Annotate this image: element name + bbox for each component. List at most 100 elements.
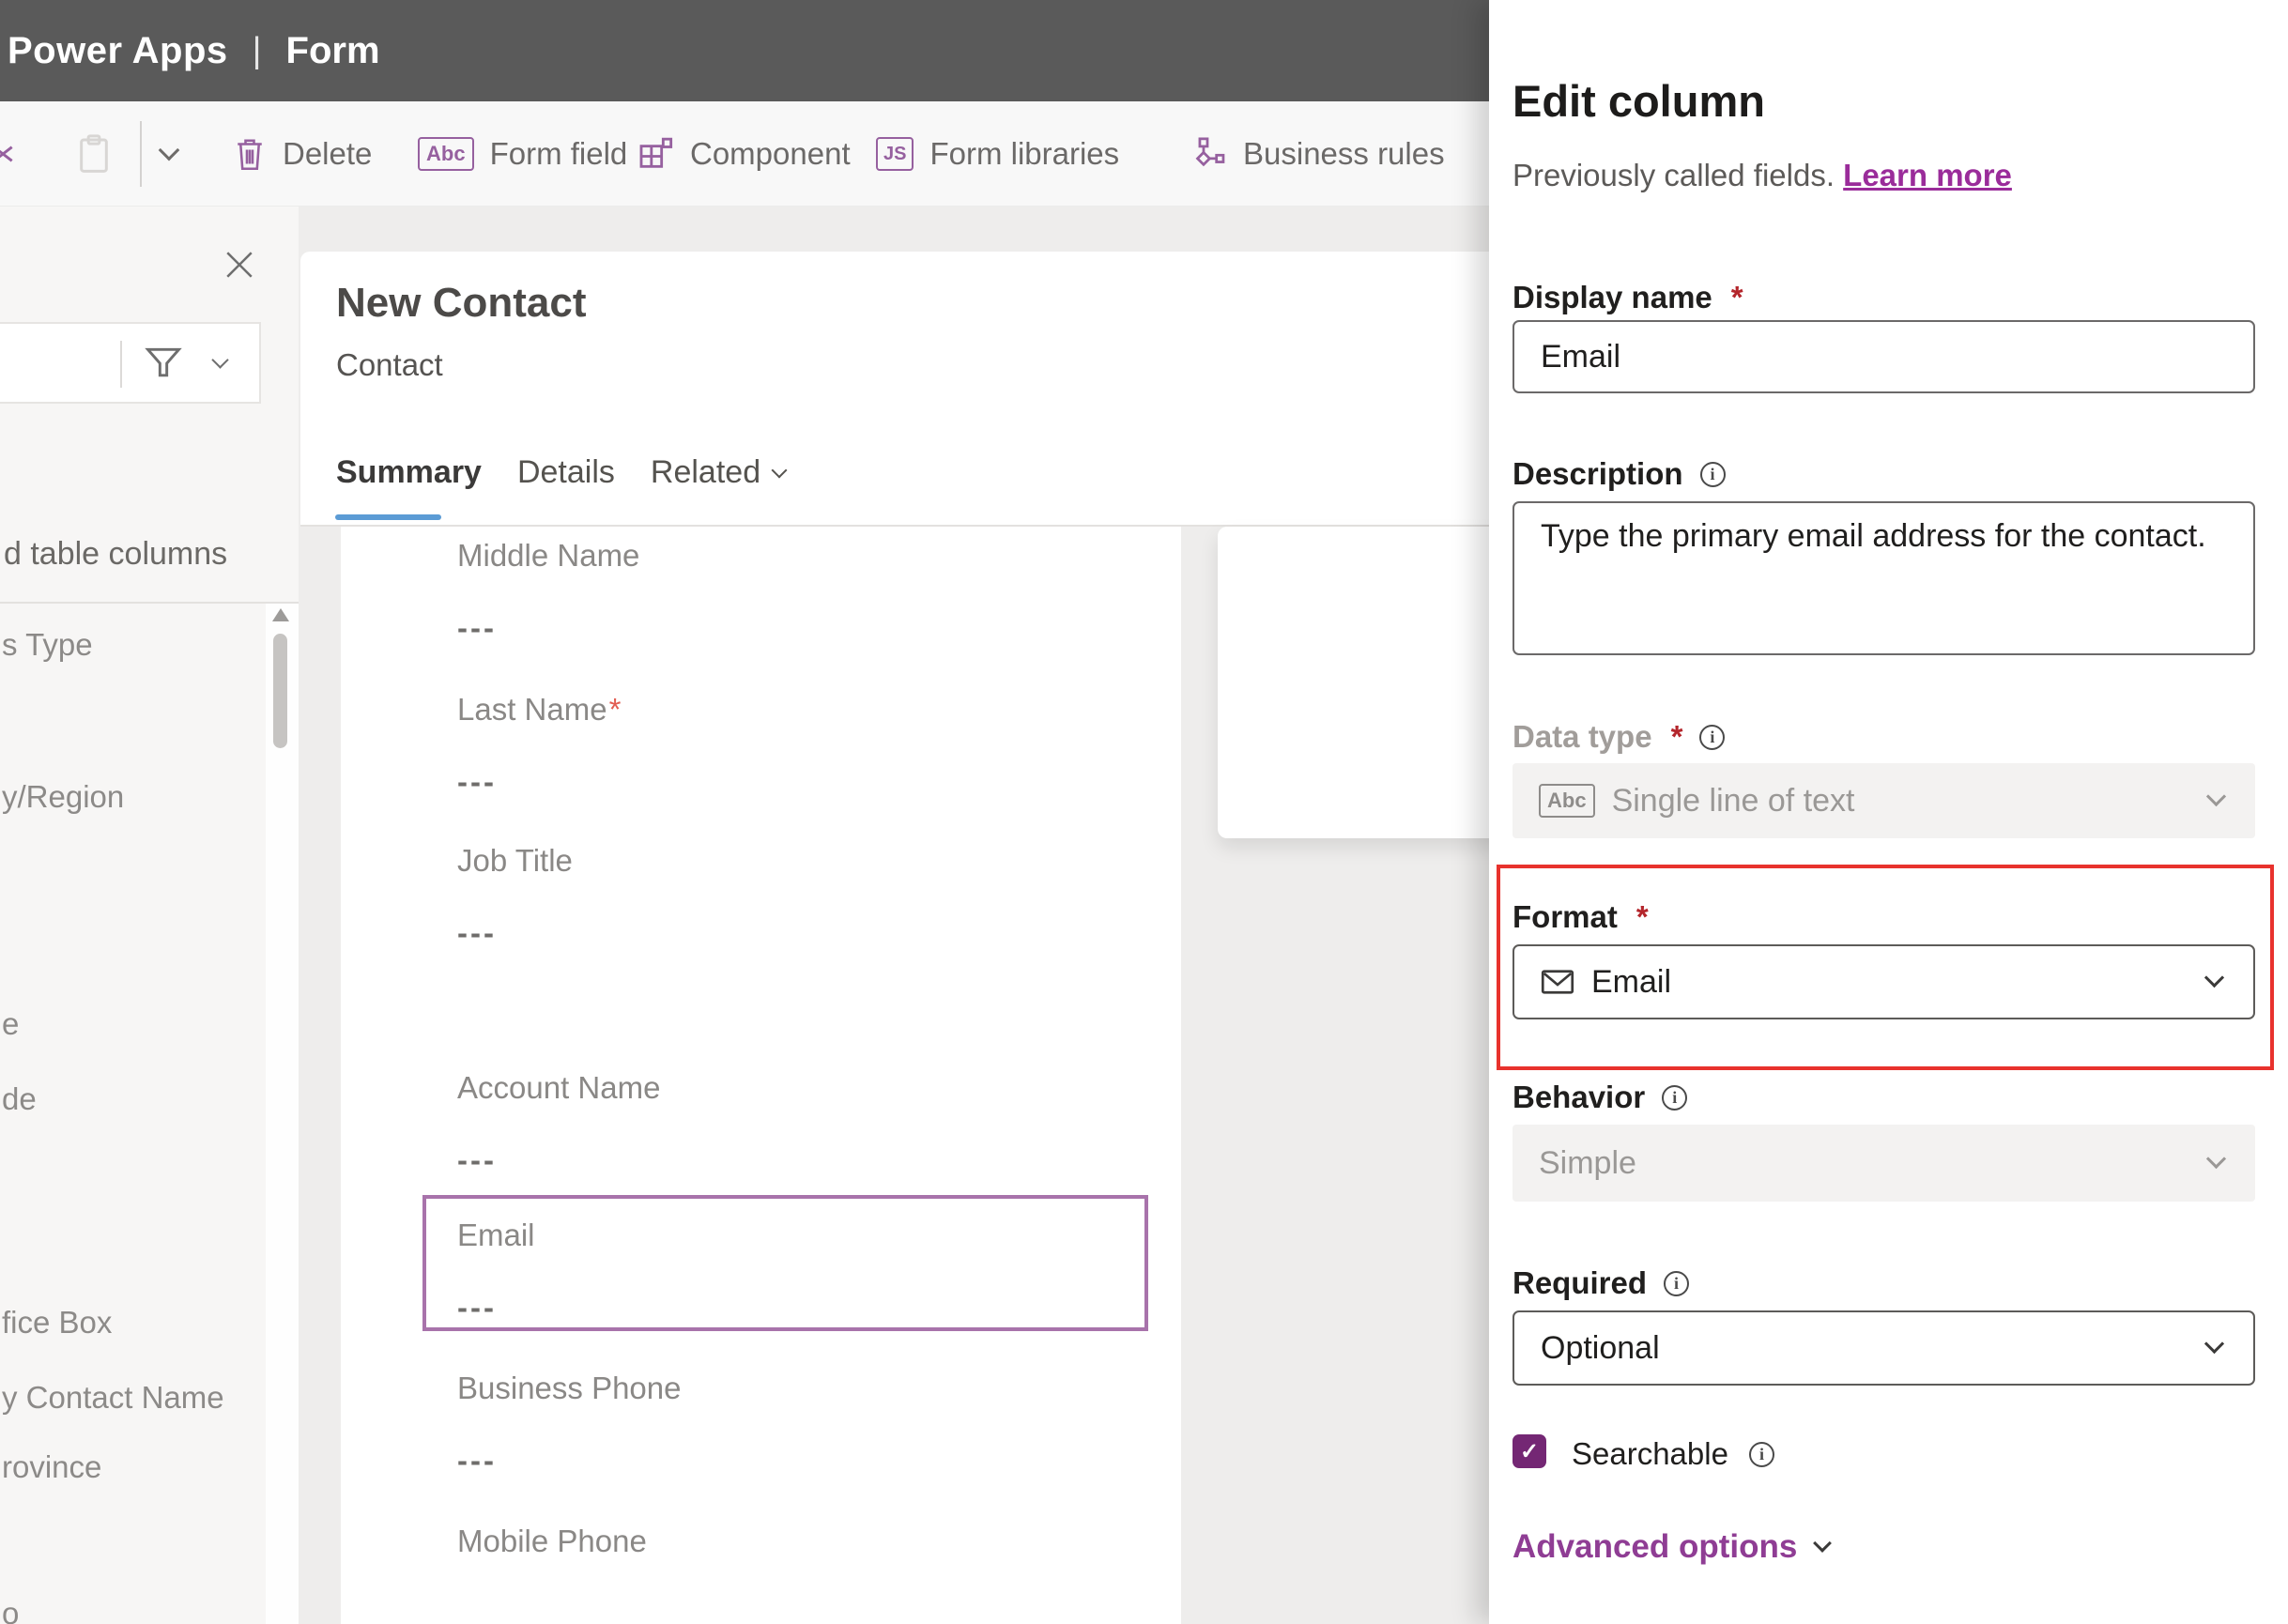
field-value: --- [457,915,497,950]
form-canvas: New Contact Contact Summary Details Rela… [299,207,1743,1624]
active-tab-underline [335,514,441,520]
field-label[interactable]: Last Name* [457,692,621,728]
command-toolbar: Delete Abc Form field Component JS Form … [0,101,1489,207]
behavior-label: Behavior [1513,1080,1688,1115]
page-title: Form [285,29,380,71]
filter-chevron-icon[interactable] [211,351,229,369]
form-field-button[interactable]: Abc Form field [418,101,628,206]
data-type-label: Data type * [1513,719,1726,755]
field-value: --- [457,1142,497,1177]
filter-button[interactable] [143,343,184,384]
sidebar-divider [0,602,299,604]
business-rules-icon [1188,135,1227,173]
searchable-checkbox[interactable]: ✓ [1513,1434,1546,1468]
brand-title: Power Apps [8,29,228,71]
title-separator: | [252,30,262,70]
format-dropdown[interactable]: Email [1513,944,2255,1019]
searchable-row: Searchable [1572,1436,1774,1472]
edit-column-panel: Edit column Previously called fields. Le… [1489,0,2288,1624]
info-icon[interactable] [1664,1270,1690,1296]
sidebar-column-item[interactable]: e [2,1006,19,1042]
sidebar-column-item[interactable]: y/Region [2,779,124,815]
chevron-down-icon [2205,1148,2227,1170]
required-dropdown[interactable]: Optional [1513,1310,2255,1386]
top-bar: Power Apps | Form [0,0,1489,101]
paste-button[interactable] [75,101,113,206]
field-label[interactable]: Email [457,1218,535,1253]
form-field-column: Middle Name --- Last Name* --- Job Title --- A… [341,527,1181,1624]
sidebar-column-item[interactable]: s Type [2,627,93,663]
close-sidebar-button[interactable] [223,249,255,281]
js-icon: JS [876,137,914,171]
field-label[interactable]: Mobile Phone [457,1524,647,1559]
behavior-dropdown: Simple [1513,1125,2255,1202]
close-icon [223,249,255,281]
tab-related[interactable]: Related [651,454,788,491]
business-rules-label: Business rules [1243,136,1445,171]
learn-more-link[interactable]: Learn more [1843,158,2012,192]
clipboard-icon [75,132,113,176]
description-textarea[interactable]: Type the primary email address for the c… [1513,501,2255,655]
required-label: Required [1513,1265,1690,1301]
table-columns-sidebar: d table columns s Type y/Region e de fice Bo… [0,207,299,1624]
panel-title: Edit column [1513,76,1765,126]
abc-field-icon: Abc [418,137,474,171]
chevron-down-icon [2204,967,2225,988]
filter-funnel-icon [143,343,184,384]
chevron-down-icon [1813,1534,1833,1553]
panel-subtitle: Previously called fields. Learn more [1513,158,2012,192]
field-value: --- [457,1290,497,1325]
format-label: Format * [1513,899,1649,934]
app-window: Power Apps | Form Delete Abc Form field … [0,0,2288,1624]
chevron-down-icon [2205,786,2227,807]
sidebar-column-item[interactable]: rovince [2,1449,101,1485]
chevron-down-icon [771,462,788,478]
form-tab-bar: Summary Details Related [336,454,788,491]
info-icon[interactable] [1662,1084,1688,1111]
delete-button[interactable]: Delete [233,101,372,206]
toolbar-divider [140,121,142,187]
field-value: --- [457,610,497,645]
scissors-icon [0,132,19,176]
component-icon [637,135,674,173]
info-icon[interactable] [1748,1441,1774,1467]
form-title: New Contact [336,280,587,326]
field-label[interactable]: Job Title [457,843,573,879]
field-label[interactable]: Account Name [457,1070,660,1106]
sidebar-column-item[interactable]: fice Box [2,1305,112,1341]
checkmark-icon: ✓ [1519,1438,1540,1464]
cut-button[interactable] [0,101,19,206]
chevron-down-icon [2204,1333,2225,1355]
abc-type-icon: Abc [1539,784,1595,818]
info-icon[interactable] [1699,724,1726,750]
field-value: --- [457,764,497,799]
scroll-up-icon[interactable] [272,608,289,621]
component-label: Component [690,136,851,171]
field-label[interactable]: Business Phone [457,1371,682,1406]
field-label[interactable]: Middle Name [457,538,639,574]
component-button[interactable]: Component [637,101,851,206]
sidebar-column-item[interactable]: de [2,1081,37,1117]
sidebar-column-item[interactable]: y Contact Name [2,1380,224,1416]
tab-summary[interactable]: Summary [336,454,482,491]
form-field-label: Form field [489,136,628,171]
more-commands-button[interactable] [158,101,180,206]
sidebar-column-item[interactable]: o [2,1596,19,1624]
business-rules-button[interactable]: Business rules [1188,101,1445,206]
form-libraries-button[interactable]: JS Form libraries [876,101,1120,206]
filter-divider [120,341,122,388]
field-value: --- [457,1443,497,1478]
tab-details[interactable]: Details [517,454,615,491]
envelope-icon [1541,969,1574,995]
sidebar-scrollbar[interactable] [266,604,299,1624]
scrollbar-thumb[interactable] [273,634,287,748]
search-columns-input[interactable] [0,322,261,404]
searchable-label: Searchable [1572,1436,1728,1471]
display-name-label: Display name * [1513,280,1743,314]
advanced-options-toggle[interactable]: Advanced options [1513,1528,1833,1566]
info-icon[interactable] [1699,461,1726,487]
form-libraries-label: Form libraries [929,136,1120,171]
form-entity-name: Contact [336,347,443,382]
display-name-input[interactable]: Email [1513,320,2255,393]
selected-field-highlight[interactable] [422,1195,1148,1331]
